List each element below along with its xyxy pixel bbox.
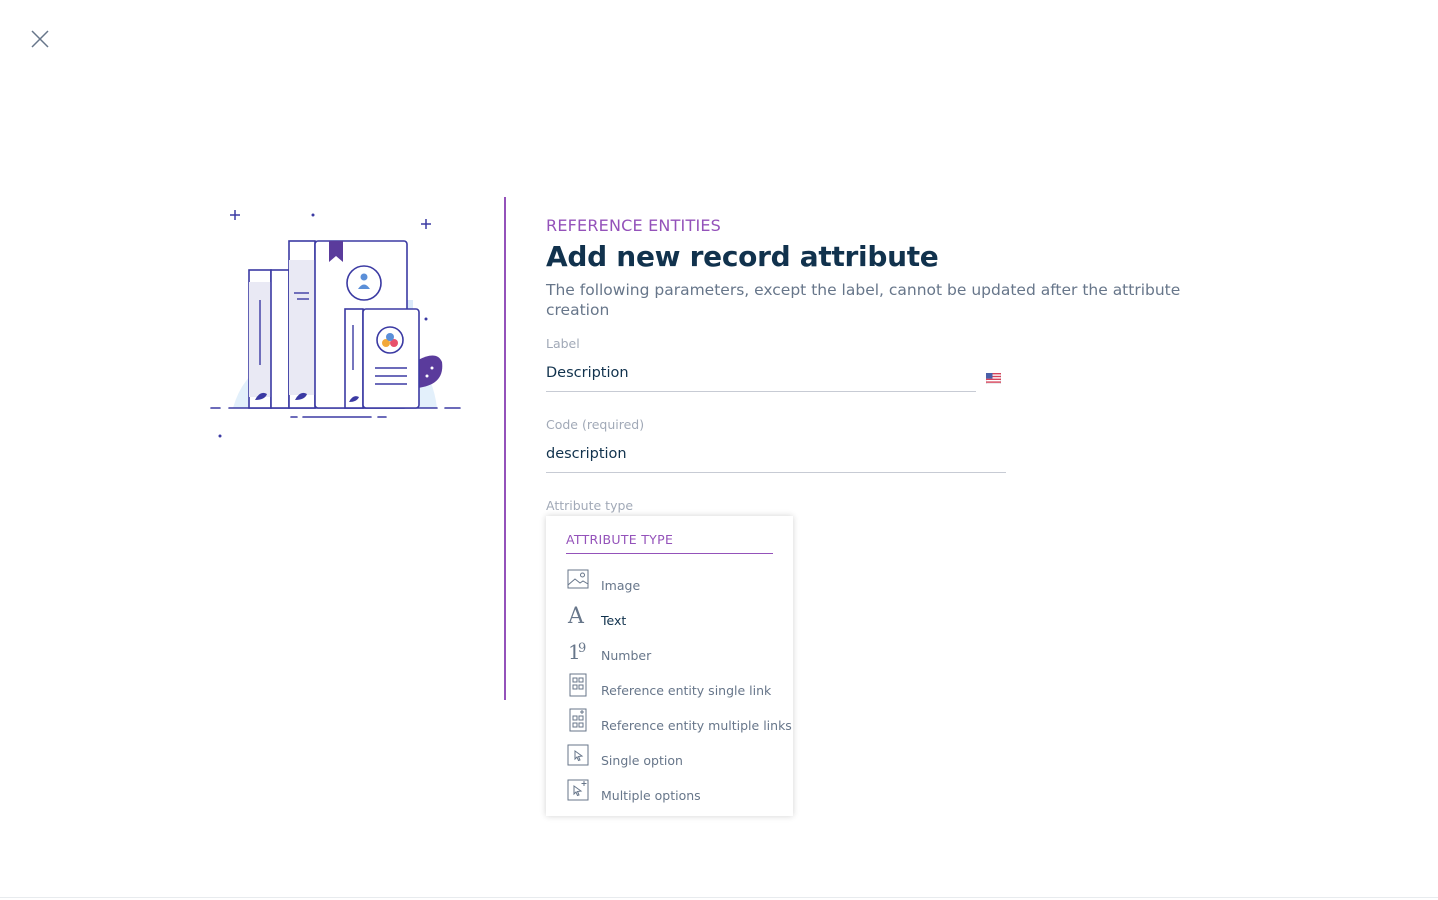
close-icon xyxy=(31,30,49,48)
number-icon: 19 xyxy=(567,638,589,664)
option-record-single-link[interactable]: Reference entity single link xyxy=(546,671,793,706)
option-label: Multiple options xyxy=(601,788,701,803)
reference-entities-illustration xyxy=(205,200,470,450)
code-field: Code (required) xyxy=(546,417,1006,473)
option-label: Single option xyxy=(601,753,683,768)
option-image[interactable]: Image xyxy=(546,566,793,601)
section-divider xyxy=(504,197,506,700)
attribute-type-options: Image A Text 19 Number Reference entity … xyxy=(546,566,793,811)
image-icon xyxy=(567,568,589,592)
option-label: Reference entity single link xyxy=(601,683,772,698)
option-label: Image xyxy=(601,578,641,593)
page-subtitle: REFERENCE ENTITIES xyxy=(546,216,722,235)
option-record-multiple-links[interactable]: Reference entity multiple links xyxy=(546,706,793,741)
attribute-type-dropdown[interactable]: ATTRIBUTE TYPE Image A Text 19 Number Re… xyxy=(546,516,793,816)
page-title: Add new record attribute xyxy=(546,240,939,273)
label-input[interactable] xyxy=(546,362,966,384)
single-option-icon xyxy=(567,743,589,767)
multiple-options-icon xyxy=(567,778,589,802)
code-input-underline xyxy=(546,472,1006,473)
bottom-border xyxy=(0,897,1438,898)
dropdown-header: ATTRIBUTE TYPE xyxy=(566,532,773,554)
option-label: Number xyxy=(601,648,652,663)
option-multiple-options[interactable]: Multiple options xyxy=(546,776,793,811)
code-field-label: Code (required) xyxy=(546,417,645,432)
us-flag-icon[interactable] xyxy=(985,369,1002,385)
close-button[interactable] xyxy=(26,25,54,53)
label-field-label: Label xyxy=(546,336,580,351)
label-field: Label xyxy=(546,336,1006,392)
option-label: Reference entity multiple links xyxy=(601,718,792,733)
page-description: The following parameters, except the lab… xyxy=(546,281,1181,319)
option-single-option[interactable]: Single option xyxy=(546,741,793,776)
option-number[interactable]: 19 Number xyxy=(546,636,793,671)
record-link-icon xyxy=(567,673,589,697)
record-multiple-links-icon xyxy=(567,708,589,732)
code-input[interactable] xyxy=(546,443,996,465)
attribute-type-field: Attribute type xyxy=(546,498,806,514)
option-text[interactable]: A Text xyxy=(546,601,793,636)
attribute-type-label: Attribute type xyxy=(546,498,634,513)
svg-text:A: A xyxy=(567,604,585,627)
create-attribute-form: REFERENCE ENTITIES Add new record attrib… xyxy=(546,216,1246,513)
text-icon: A xyxy=(567,603,589,629)
option-label: Text xyxy=(601,613,627,628)
svg-text:9: 9 xyxy=(578,641,586,656)
label-input-underline xyxy=(546,391,976,392)
